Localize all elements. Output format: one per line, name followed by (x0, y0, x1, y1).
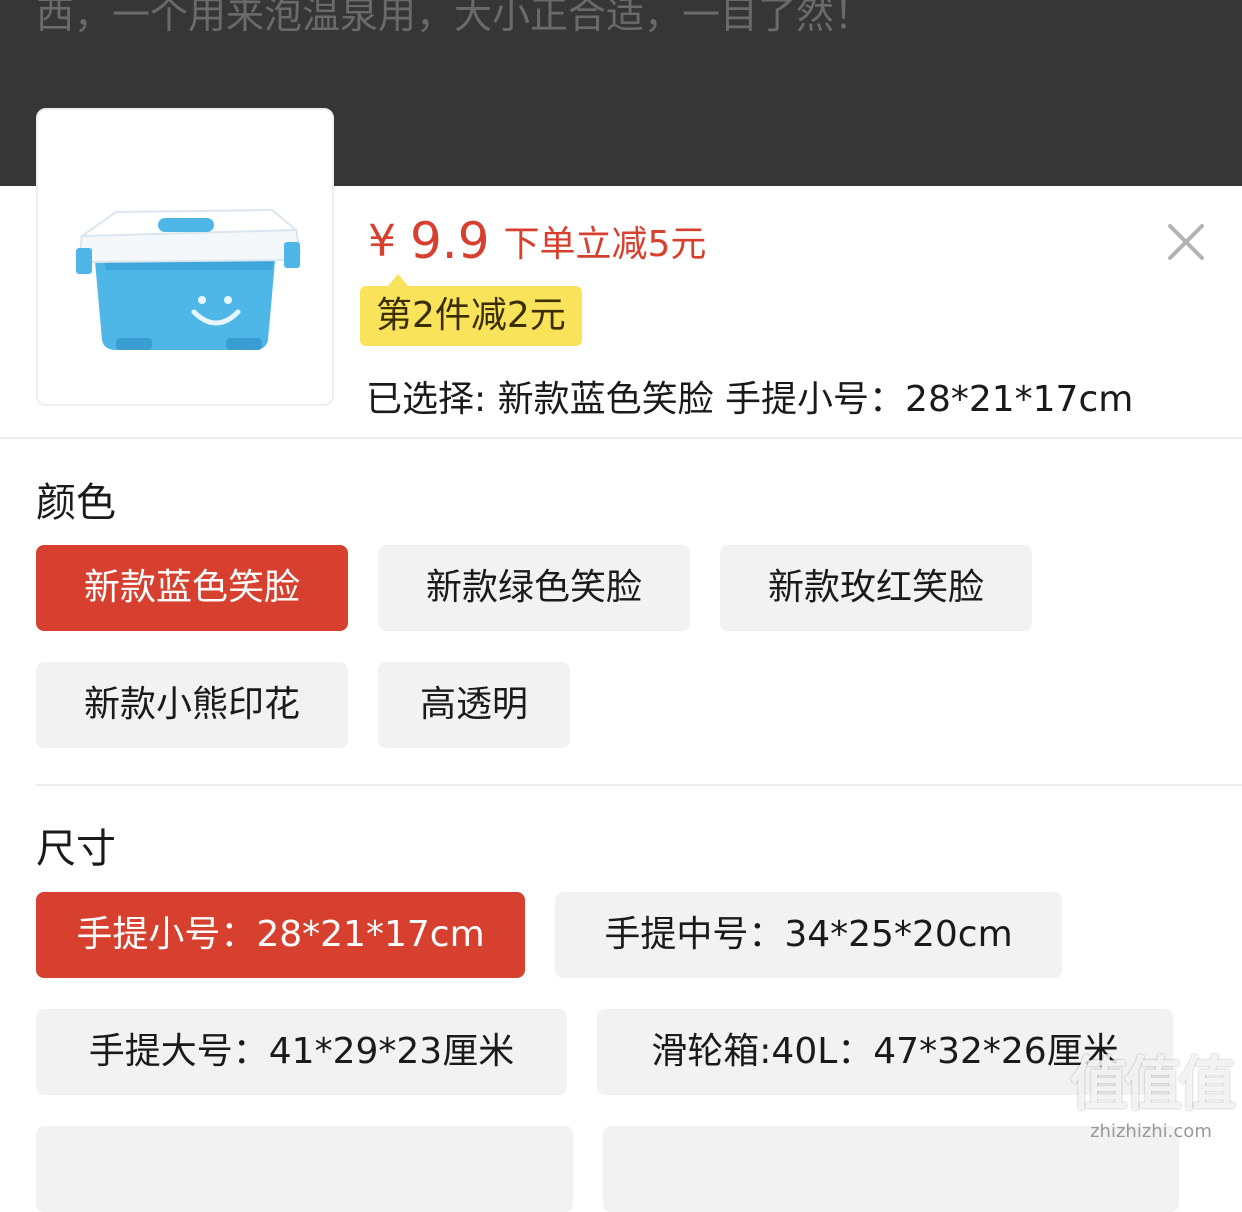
background-review-text: 西，一个用来泡温泉用，大小正合适，一目了然！ (36, 0, 873, 37)
discount-text: 下单立减5元 (503, 224, 707, 265)
product-thumbnail (36, 108, 334, 406)
size-section-title: 尺寸 (36, 826, 116, 872)
selected-summary: 已选择: 新款蓝色笑脸 手提小号：28*21*17cm (366, 370, 1133, 422)
currency-symbol: ¥ (368, 215, 396, 267)
color-option-rose-smile[interactable]: 新款玫红笑脸 (720, 545, 1032, 631)
size-option-large[interactable]: 手提大号：41*29*23厘米 (36, 1009, 567, 1095)
selected-value: 新款蓝色笑脸 手提小号：28*21*17cm (497, 379, 1134, 420)
size-option-small[interactable]: 手提小号：28*21*17cm (36, 892, 525, 978)
color-option-blue-smile[interactable]: 新款蓝色笑脸 (36, 545, 348, 631)
close-icon[interactable] (1162, 218, 1210, 266)
color-option-bear-print[interactable]: 新款小熊印花 (36, 662, 348, 748)
selected-label: 已选择: (366, 379, 487, 420)
size-option-medium[interactable]: 手提中号：34*25*20cm (555, 892, 1062, 978)
watermark-url: zhizhizhi.com (1090, 1121, 1212, 1142)
color-section-title: 颜色 (36, 480, 116, 526)
section-divider (36, 784, 1242, 786)
color-option-green-smile[interactable]: 新款绿色笑脸 (378, 545, 690, 631)
header-divider (0, 437, 1242, 439)
price-row: ¥9.9 下单立减5元 (368, 212, 706, 270)
storage-box-image (76, 208, 302, 350)
watermark-logo: 值值值 (1069, 1050, 1236, 1118)
promo-badge: 第2件减2元 (360, 274, 582, 346)
color-option-transparent[interactable]: 高透明 (378, 662, 570, 748)
price-value: 9.9 (410, 212, 490, 270)
site-watermark: 值值值 zhizhizhi.com (1069, 1037, 1236, 1142)
size-option-partial-1[interactable] (36, 1126, 573, 1212)
